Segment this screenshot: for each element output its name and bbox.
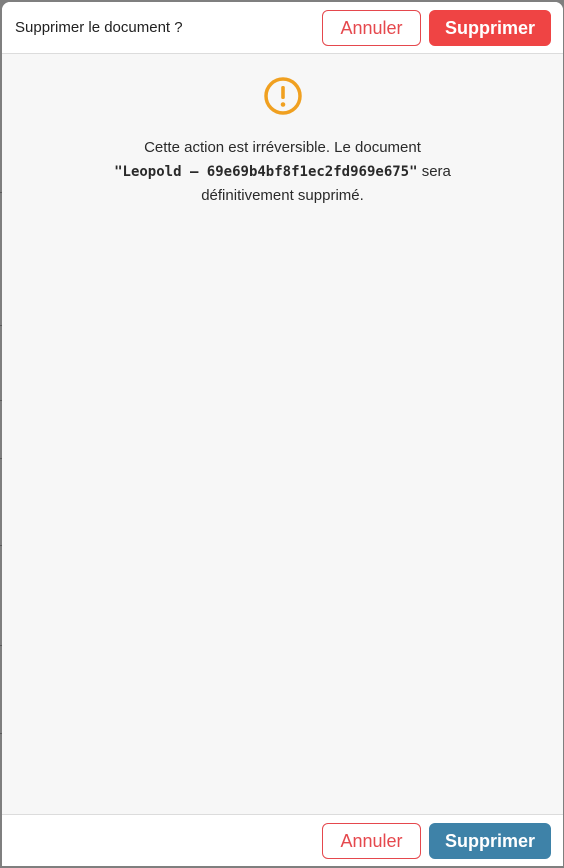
delete-button[interactable]: Supprimer: [429, 9, 551, 46]
dialog-header: Supprimer le document ? Annuler Supprime…: [2, 2, 563, 54]
dialog-body: Cette action est irréversible. Le docume…: [2, 54, 563, 814]
delete-document-dialog: Supprimer le document ? Annuler Supprime…: [2, 2, 563, 866]
document-name: "Leopold – 69e69b4bf8f1ec2fd969e675": [114, 164, 418, 180]
dialog-title: Supprimer le document ?: [15, 19, 183, 36]
cancel-button[interactable]: Annuler: [322, 9, 421, 46]
dialog-footer: Annuler Supprimer: [2, 814, 563, 866]
confirmation-message: Cette action est irréversible. Le docume…: [93, 136, 473, 208]
warning-circle-icon: [263, 77, 302, 115]
message-text: Cette action est irréversible. Le docume…: [144, 139, 421, 156]
footer-delete-button[interactable]: Supprimer: [429, 822, 551, 859]
footer-cancel-button[interactable]: Annuler: [322, 822, 421, 859]
